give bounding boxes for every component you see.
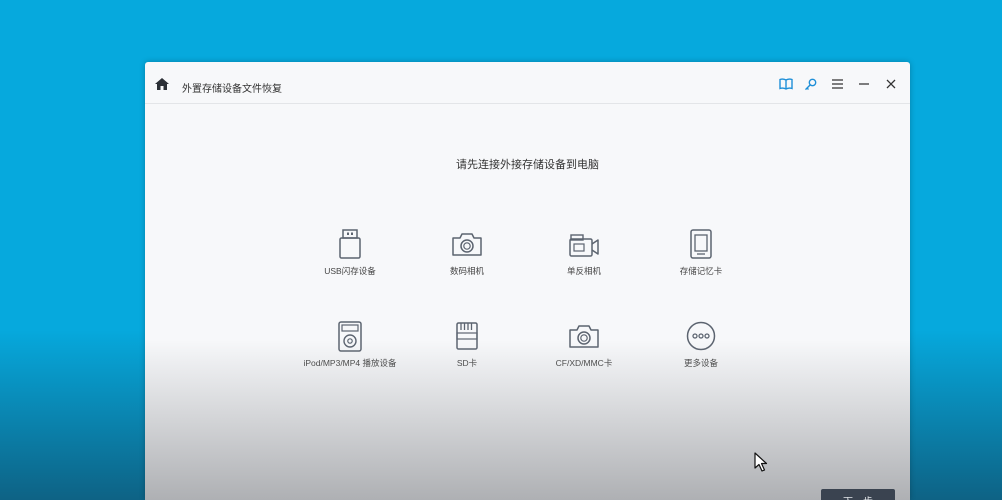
home-icon[interactable]: [155, 78, 169, 90]
key-icon: [804, 78, 816, 90]
minimize-icon: [859, 83, 869, 85]
device-memory-card[interactable]: 存储记忆卡: [631, 228, 771, 277]
mouse-cursor-icon: [754, 452, 768, 472]
title-bar: 外置存储设备文件恢复: [145, 62, 910, 104]
app-window: 外置存储设备文件恢复 请先连接外接存储设备到电脑 USB闪存设备 数码相机 单反…: [145, 62, 910, 500]
memory-card-icon: [690, 229, 712, 259]
usb-drive-icon: [339, 229, 361, 259]
connect-prompt-heading: 请先连接外接存储设备到电脑: [456, 159, 599, 171]
device-label: 存储记忆卡: [679, 266, 723, 276]
menu-button[interactable]: [829, 76, 845, 92]
book-icon: [779, 78, 793, 90]
media-player-icon: [338, 321, 362, 352]
minimize-button[interactable]: [856, 76, 872, 92]
register-button[interactable]: [802, 76, 818, 92]
more-icon: [686, 321, 716, 351]
camera-icon: [452, 233, 482, 256]
sd-card-icon: [456, 322, 478, 350]
device-more[interactable]: 更多设备: [631, 320, 771, 369]
device-label: 更多设备: [683, 358, 718, 368]
camera-icon: [569, 325, 599, 348]
video-camera-icon: [569, 234, 599, 257]
window-title: 外置存储设备文件恢复: [182, 84, 282, 95]
next-button[interactable]: 下一步: [821, 489, 895, 500]
guide-button[interactable]: [778, 76, 794, 92]
close-icon: [886, 79, 896, 89]
close-button[interactable]: [883, 76, 899, 92]
menu-icon: [831, 79, 843, 89]
